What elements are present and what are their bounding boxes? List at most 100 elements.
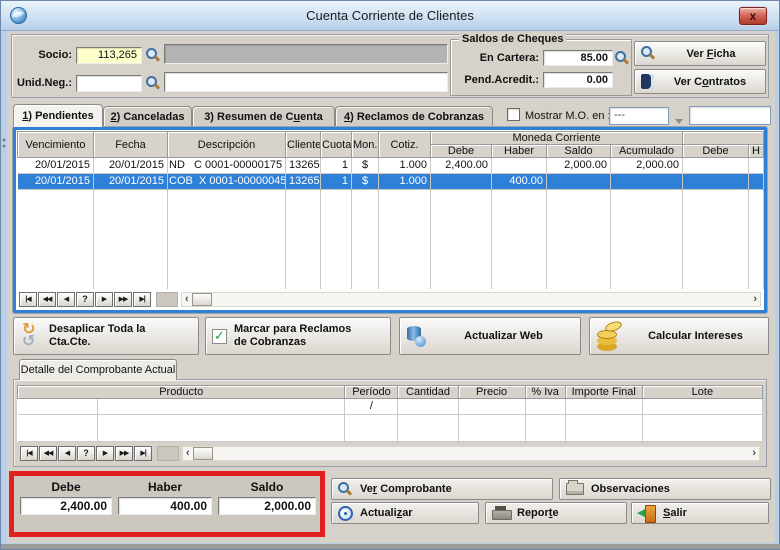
empty-row bbox=[18, 190, 764, 205]
saldos-cheques-group: Saldos de Cheques En Cartera: 85.00 Pend… bbox=[450, 39, 632, 96]
group-moneda-corriente: Moneda Corriente bbox=[431, 132, 683, 145]
header-panel: Socio: 113,265 Unid.Neg.: Saldos de Cheq… bbox=[11, 34, 769, 98]
ver-contratos-button[interactable]: Ver Contratos bbox=[634, 69, 766, 94]
table-row[interactable]: 20/01/2015 20/01/2015 ND C 0001-00000175… bbox=[18, 158, 764, 174]
unidneg-input[interactable] bbox=[76, 75, 142, 92]
globe-icon bbox=[338, 506, 353, 521]
window-content: Socio: 113,265 Unid.Neg.: Saldos de Cheq… bbox=[7, 31, 775, 543]
col-mon: Mon. bbox=[352, 132, 379, 158]
col-vencimiento: Vencimiento bbox=[18, 132, 94, 158]
mostrar-mo-checkbox[interactable] bbox=[507, 108, 520, 121]
titlebar[interactable]: Cuenta Corriente de Clientes x bbox=[1, 1, 779, 31]
nav-next-page-button[interactable]: ▶▶ bbox=[114, 292, 132, 307]
magnifier-icon bbox=[641, 46, 656, 61]
refresh-icon bbox=[20, 323, 42, 349]
detalle-table: Producto Período Cantidad Precio % Iva I… bbox=[17, 385, 763, 442]
en-cartera-search-icon[interactable] bbox=[615, 51, 630, 66]
nav-next-page-button[interactable]: ▶▶ bbox=[115, 446, 133, 461]
detail-header-row: Producto Período Cantidad Precio % Iva I… bbox=[18, 386, 763, 399]
grid-navigator: |◀ ◀◀ ◀ ? ▶ ▶▶ ▶| ‹ › bbox=[16, 289, 764, 310]
saldo-total-field: 2,000.00 bbox=[218, 497, 316, 515]
nav-prev-page-button[interactable]: ◀◀ bbox=[39, 446, 57, 461]
tab-resumen-cuenta[interactable]: 3) Resumen de Cuenta bbox=[192, 106, 335, 126]
scroll-right-icon[interactable]: › bbox=[749, 447, 759, 460]
close-button[interactable]: x bbox=[739, 7, 767, 25]
ver-comprobante-button[interactable]: Ver Comprobante bbox=[331, 478, 553, 500]
horizontal-scrollbar[interactable]: ‹ › bbox=[182, 446, 760, 461]
socio-name-field bbox=[164, 44, 448, 64]
book-icon bbox=[641, 74, 654, 89]
mostrar-mo-combo[interactable]: --- bbox=[609, 107, 669, 125]
close-icon: x bbox=[750, 10, 757, 22]
window-title: Cuenta Corriente de Clientes bbox=[1, 8, 779, 23]
haber-total-field: 400.00 bbox=[118, 497, 212, 515]
haber-total-label: Haber bbox=[118, 480, 212, 494]
nav-last-button[interactable]: ▶| bbox=[134, 446, 152, 461]
socio-input[interactable]: 113,265 bbox=[76, 47, 142, 64]
desaplicar-ctacte-button[interactable]: Desaplicar Toda laCta.Cte. bbox=[13, 317, 199, 355]
col-fecha: Fecha bbox=[94, 132, 168, 158]
cuenta-corriente-table: Vencimiento Fecha Descripción Cliente Cu… bbox=[17, 131, 764, 289]
ver-ficha-button[interactable]: Ver Ficha bbox=[634, 41, 766, 66]
nav-first-button[interactable]: |◀ bbox=[20, 446, 38, 461]
col-cantidad: Cantidad bbox=[398, 386, 458, 399]
en-cartera-field: 85.00 bbox=[543, 50, 613, 66]
scroll-right-icon[interactable]: › bbox=[750, 293, 760, 306]
saldo-total-label: Saldo bbox=[218, 480, 316, 494]
col-lote: Lote bbox=[642, 386, 762, 399]
nav-prev-page-button[interactable]: ◀◀ bbox=[38, 292, 56, 307]
nav-next-button[interactable]: ▶ bbox=[95, 292, 113, 307]
empty-row bbox=[18, 235, 764, 250]
splitter-handle[interactable] bbox=[2, 137, 7, 149]
scroll-thumb[interactable] bbox=[193, 447, 213, 460]
annotation-red-box: Debe Haber Saldo 2,400.00 400.00 2,000.0… bbox=[9, 471, 325, 537]
group-moneda-extranjera bbox=[683, 132, 764, 145]
printer-icon bbox=[492, 506, 510, 520]
mostrar-mo-aux-field[interactable] bbox=[689, 106, 771, 125]
nav-help-button[interactable]: ? bbox=[77, 446, 95, 461]
col-haber: Haber bbox=[492, 145, 547, 158]
nav-prev-button[interactable]: ◀ bbox=[57, 292, 75, 307]
col-precio: Precio bbox=[458, 386, 525, 399]
tab-detalle-comprobante[interactable]: Detalle del Comprobante Actual bbox=[19, 359, 177, 380]
tab-reclamos-cobranzas[interactable]: 4) Reclamos de Cobranzas bbox=[335, 106, 493, 126]
mostrar-mo-label: Mostrar M.O. en : bbox=[525, 110, 611, 122]
nav-first-button[interactable]: |◀ bbox=[19, 292, 37, 307]
calcular-intereses-button[interactable]: Calcular Intereses bbox=[589, 317, 769, 355]
col-producto: Producto bbox=[18, 386, 345, 399]
col-periodo: Período bbox=[345, 386, 398, 399]
empty-row bbox=[18, 220, 764, 235]
magnifier-icon bbox=[338, 482, 353, 497]
saldos-cheques-title: Saldos de Cheques bbox=[459, 33, 566, 45]
col-acumulado: Acumulado bbox=[611, 145, 683, 158]
marcar-reclamos-button[interactable]: Marcar para Reclamosde Cobranzas bbox=[205, 317, 391, 355]
scroll-thumb[interactable] bbox=[192, 293, 212, 306]
horizontal-scrollbar[interactable]: ‹ › bbox=[181, 292, 761, 307]
app-window: Cuenta Corriente de Clientes x Socio: 11… bbox=[0, 0, 780, 550]
unidneg-search-icon[interactable] bbox=[146, 76, 161, 91]
scroll-left-icon[interactable]: ‹ bbox=[182, 293, 192, 306]
scroll-left-icon[interactable]: ‹ bbox=[183, 447, 193, 460]
nav-help-button[interactable]: ? bbox=[76, 292, 94, 307]
exit-door-icon bbox=[638, 505, 656, 522]
salir-button[interactable]: Salir bbox=[631, 502, 769, 524]
nav-last-button[interactable]: ▶| bbox=[133, 292, 151, 307]
socio-search-icon[interactable] bbox=[146, 48, 161, 63]
nav-prev-button[interactable]: ◀ bbox=[58, 446, 76, 461]
reporte-button[interactable]: Reporte bbox=[485, 502, 627, 524]
actualizar-web-button[interactable]: Actualizar Web bbox=[399, 317, 581, 355]
table-row-selected[interactable]: 20/01/2015 20/01/2015 COB X 0001-0000004… bbox=[18, 174, 764, 190]
chevron-down-icon[interactable] bbox=[675, 119, 683, 124]
actualizar-button[interactable]: Actualizar bbox=[331, 502, 479, 524]
unidneg-label: Unid.Neg.: bbox=[12, 77, 72, 89]
tab-pendientes[interactable]: 1) Pendientes bbox=[13, 104, 103, 127]
nav-next-button[interactable]: ▶ bbox=[96, 446, 114, 461]
nav-gap bbox=[156, 292, 178, 307]
observaciones-button[interactable]: Observaciones bbox=[559, 478, 771, 500]
tab-canceladas[interactable]: 2) Canceladas bbox=[103, 106, 192, 126]
col-haber-2: H bbox=[749, 145, 764, 158]
pend-acredit-label: Pend.Acredit.: bbox=[455, 74, 539, 86]
en-cartera-label: En Cartera: bbox=[455, 52, 539, 64]
detail-row[interactable]: / bbox=[18, 399, 763, 415]
pend-acredit-field: 0.00 bbox=[543, 72, 613, 88]
